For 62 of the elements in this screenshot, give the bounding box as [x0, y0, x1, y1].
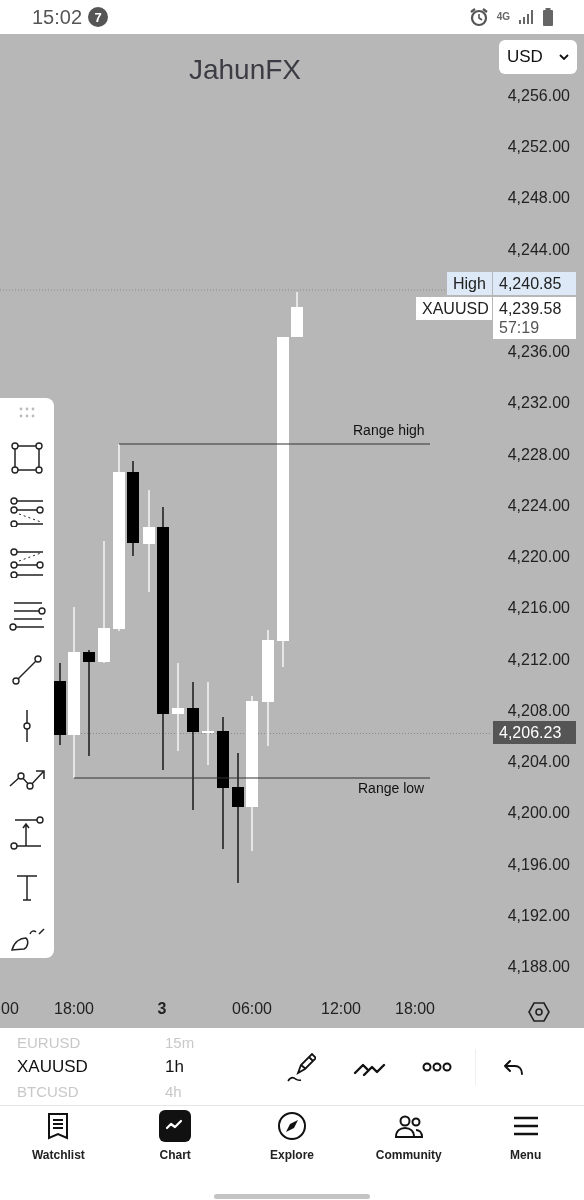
range-line[interactable]: [73, 777, 431, 779]
undo-icon[interactable]: [503, 1057, 525, 1076]
range-label: Range high: [353, 422, 425, 438]
symbol-option[interactable]: XAUUSD: [17, 1056, 165, 1077]
price-label: 4,212.00: [507, 649, 570, 670]
chart-watermark: JahunFX: [187, 54, 303, 86]
clock-time: 15:02: [32, 5, 83, 29]
notification-count: 7: [88, 7, 109, 27]
line-levels-icon[interactable]: [9, 496, 45, 527]
interval-option[interactable]: 1h: [165, 1056, 184, 1077]
nav-label[interactable]: Community: [375, 1148, 442, 1162]
price-label: 4,208.00: [507, 700, 570, 721]
price-label: 4,224.00: [507, 495, 570, 516]
price-label: 4,252.00: [507, 137, 570, 158]
time-label: 18:00: [54, 1000, 94, 1018]
price-label: 4,188.00: [507, 957, 570, 977]
price-label: 4,228.00: [507, 444, 570, 465]
line-segment-icon[interactable]: [10, 652, 44, 687]
candle: [291, 291, 303, 338]
measure-arrow-icon[interactable]: [9, 815, 45, 852]
price-label: 4,236.00: [507, 342, 570, 363]
price-label: 4,192.00: [507, 905, 570, 926]
time-label: 3: [157, 1000, 167, 1018]
time-label: 18:00: [395, 1000, 435, 1018]
settings-icon[interactable]: [527, 1000, 551, 1024]
pen-icon[interactable]: [286, 1050, 316, 1083]
nav-label[interactable]: Chart: [159, 1148, 191, 1162]
price-label: 4,244.00: [507, 239, 570, 260]
text-icon[interactable]: [14, 872, 40, 903]
price-label: 4,196.00: [507, 854, 570, 875]
time-label: 06:00: [232, 1000, 272, 1018]
currency-dropdown[interactable]: USD: [499, 40, 577, 74]
high-label: High: [447, 272, 492, 296]
price-label: 4,200.00: [507, 803, 570, 824]
price-label: 4,232.00: [507, 393, 570, 414]
more-icon[interactable]: [422, 1061, 452, 1072]
chevron-down-icon: [559, 54, 569, 60]
nav-label[interactable]: Watchlist: [31, 1148, 85, 1162]
battery-icon: [542, 7, 554, 27]
parallel-lines-icon[interactable]: [8, 599, 46, 632]
symbol-label: XAUUSD: [416, 297, 492, 321]
time-label: 00: [1, 1000, 19, 1018]
high-price-label: 4,240.85: [493, 272, 576, 296]
compass-icon[interactable]: [276, 1110, 308, 1142]
price-label: 4,220.00: [507, 547, 570, 568]
current-price-label: 4,206.23: [493, 721, 576, 745]
network-type: 4G: [496, 12, 510, 22]
vertical-line-icon[interactable]: [21, 708, 33, 745]
price-label: 4,256.00: [507, 86, 570, 106]
price-label: 4,216.00: [507, 598, 570, 619]
alarm-icon: [468, 7, 489, 27]
line-levels-icon[interactable]: [9, 548, 45, 579]
grip-icon: [17, 406, 37, 420]
rectangle-icon[interactable]: [10, 441, 44, 476]
time-label: 12:00: [321, 1000, 361, 1018]
last-price-label: 4,239.58 57:19: [493, 297, 576, 340]
nav-label[interactable]: Menu: [509, 1148, 542, 1162]
nav-label[interactable]: Explore: [270, 1148, 314, 1162]
price-label: 4,248.00: [507, 188, 570, 209]
range-label: Range low: [358, 780, 425, 796]
price-label: 4,204.00: [507, 752, 570, 773]
signal-icon: [518, 9, 534, 25]
